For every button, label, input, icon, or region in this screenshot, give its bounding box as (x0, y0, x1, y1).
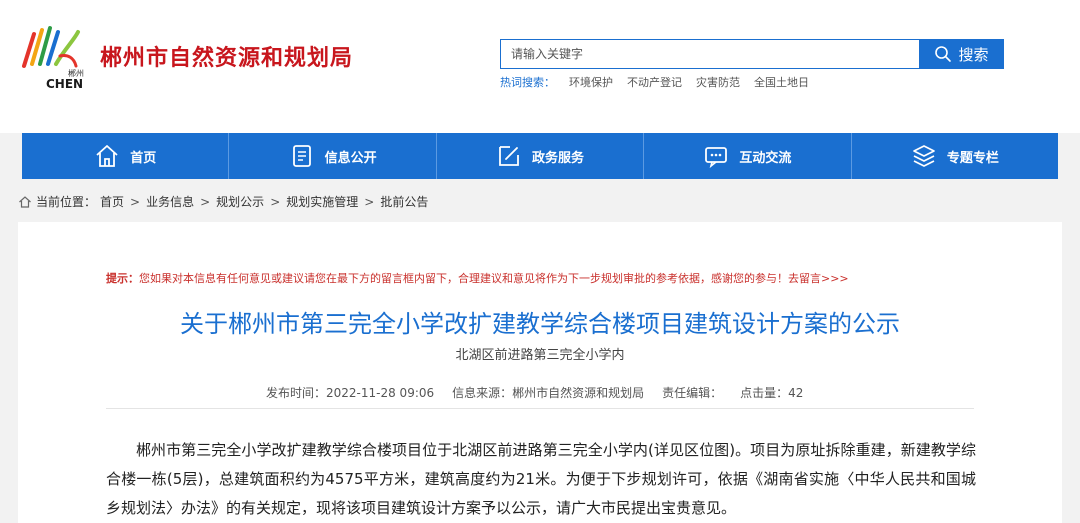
nav-item-label: 互动交流 (739, 150, 792, 166)
hot-search-item[interactable]: 不动产登记 (627, 74, 682, 90)
hot-search-label: 热词搜索： (500, 76, 555, 89)
site-logo[interactable]: 郴州 CHEN (16, 20, 92, 92)
nav-item-special-topics[interactable]: 专题专栏 (852, 133, 1058, 179)
breadcrumb-separator: > (270, 194, 281, 209)
nav-item-home[interactable]: 首页 (22, 133, 230, 179)
nav-item-gov-services[interactable]: 政务服务 (437, 133, 645, 179)
layers-icon (912, 145, 935, 167)
breadcrumb-link[interactable]: 批前公告 (380, 193, 428, 210)
search-input[interactable] (500, 39, 919, 69)
breadcrumb: 当前位置： 首页 > 业务信息 > 规划公示 > 规划实施管理 > 批前公告 (18, 193, 428, 210)
breadcrumb-separator: > (200, 194, 211, 209)
nav-item-label: 首页 (130, 150, 157, 166)
hot-search-item[interactable]: 灾害防范 (696, 74, 740, 90)
breadcrumb-link[interactable]: 规划公示 (216, 193, 264, 210)
tip-text: 您如果对本信息有任何意见或建议请您在最下方的留言框内留下，合理建议和意见将作为下… (139, 272, 788, 285)
leave-comment-link[interactable]: 去留言>>> (788, 272, 849, 285)
click-count: 点击量：42 (740, 386, 804, 400)
info-source: 信息来源：郴州市自然资源和规划局 (452, 386, 645, 400)
article-title: 关于郴州市第三完全小学改扩建教学综合楼项目建筑设计方案的公示 (180, 310, 900, 338)
document-icon (292, 145, 311, 167)
breadcrumb-link[interactable]: 业务信息 (146, 193, 194, 210)
home-icon (19, 195, 31, 208)
meta-divider (106, 408, 974, 409)
nav-item-label: 信息公开 (324, 150, 377, 166)
article-subtitle: 北湖区前进路第三完全小学内 (455, 348, 625, 363)
hot-search-item[interactable]: 环境保护 (569, 74, 613, 90)
publish-time: 发布时间：2022-11-28 09:06 (266, 386, 435, 400)
comment-tip: 提示：您如果对本信息有任何意见或建议请您在最下方的留言框内留下，合理建议和意见将… (106, 270, 849, 286)
nav-item-label: 专题专栏 (946, 150, 999, 166)
svg-text:CHEN: CHEN (46, 77, 83, 91)
hot-search-item[interactable]: 全国土地日 (754, 74, 809, 90)
breadcrumb-label: 当前位置： (36, 195, 97, 209)
nav-item-label: 政务服务 (532, 150, 585, 166)
search-icon (935, 46, 952, 62)
home-icon (96, 145, 118, 167)
main-nav: 首页 信息公开 政务服务 互动交流 专题专栏 (22, 133, 1058, 179)
edit-icon (499, 146, 519, 166)
breadcrumb-link[interactable]: 规划实施管理 (286, 193, 358, 210)
responsible-editor: 责任编辑： (662, 386, 723, 400)
article-meta: 发布时间：2022-11-28 09:06 信息来源：郴州市自然资源和规划局 责… (266, 384, 803, 401)
article-panel: 提示：您如果对本信息有任何意见或建议请您在最下方的留言框内留下，合理建议和意见将… (18, 222, 1062, 523)
chat-icon (705, 147, 728, 169)
hot-search: 热词搜索： 环境保护 不动产登记 灾害防范 全国土地日 (500, 74, 809, 90)
breadcrumb-link[interactable]: 首页 (100, 193, 124, 210)
nav-item-interaction[interactable]: 互动交流 (644, 133, 852, 179)
site-title: 郴州市自然资源和规划局 (100, 46, 354, 71)
breadcrumb-separator: > (130, 194, 141, 209)
site-header: 郴州 CHEN 郴州市自然资源和规划局 搜索 热词搜索： 环境保护 不动产登记 … (0, 0, 1080, 133)
search-box: 搜索 (500, 39, 1004, 69)
breadcrumb-separator: > (364, 194, 375, 209)
nav-item-info-disclosure[interactable]: 信息公开 (229, 133, 437, 179)
tip-label: 提示： (106, 272, 139, 285)
search-button[interactable]: 搜索 (919, 39, 1004, 69)
search-button-label: 搜索 (958, 45, 989, 64)
article-body: 郴州市第三完全小学改扩建教学综合楼项目位于北湖区前进路第三完全小学内(详见区位图… (106, 441, 976, 517)
